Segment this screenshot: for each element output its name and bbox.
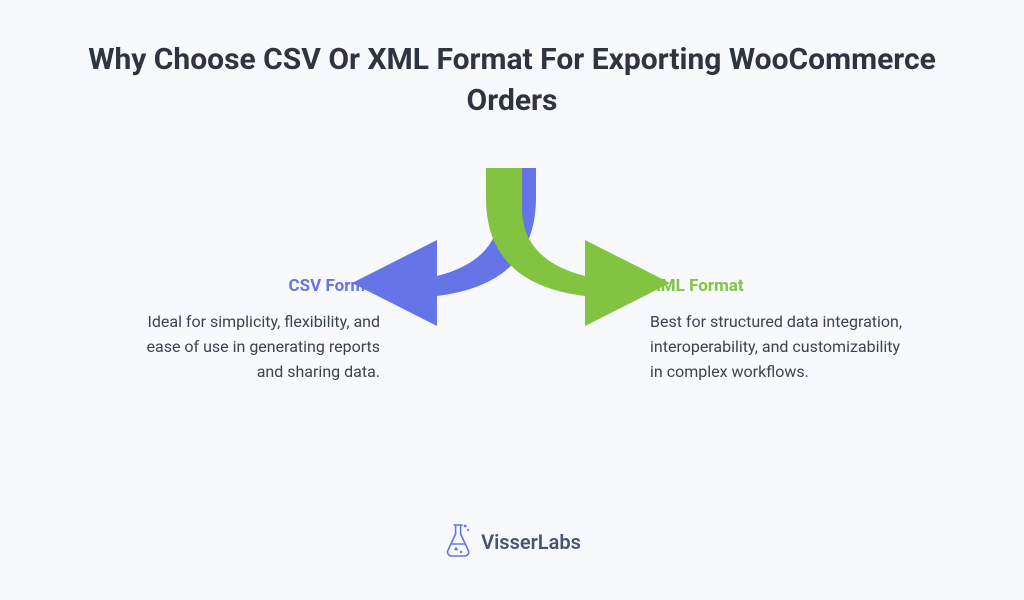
- flask-icon: [443, 522, 473, 562]
- csv-description: Ideal for simplicity, flexibility, and e…: [120, 310, 380, 384]
- csv-panel: CSV Format Ideal for simplicity, flexibi…: [120, 276, 380, 384]
- xml-heading: XML Format: [650, 276, 910, 296]
- xml-description: Best for structured data integration, in…: [650, 310, 910, 384]
- xml-panel: XML Format Best for structured data inte…: [650, 276, 910, 384]
- page-title: Why Choose CSV Or XML Format For Exporti…: [0, 0, 1024, 121]
- csv-heading: CSV Format: [120, 276, 380, 296]
- brand-name: VisserLabs: [481, 530, 581, 554]
- brand-footer: VisserLabs: [443, 522, 581, 562]
